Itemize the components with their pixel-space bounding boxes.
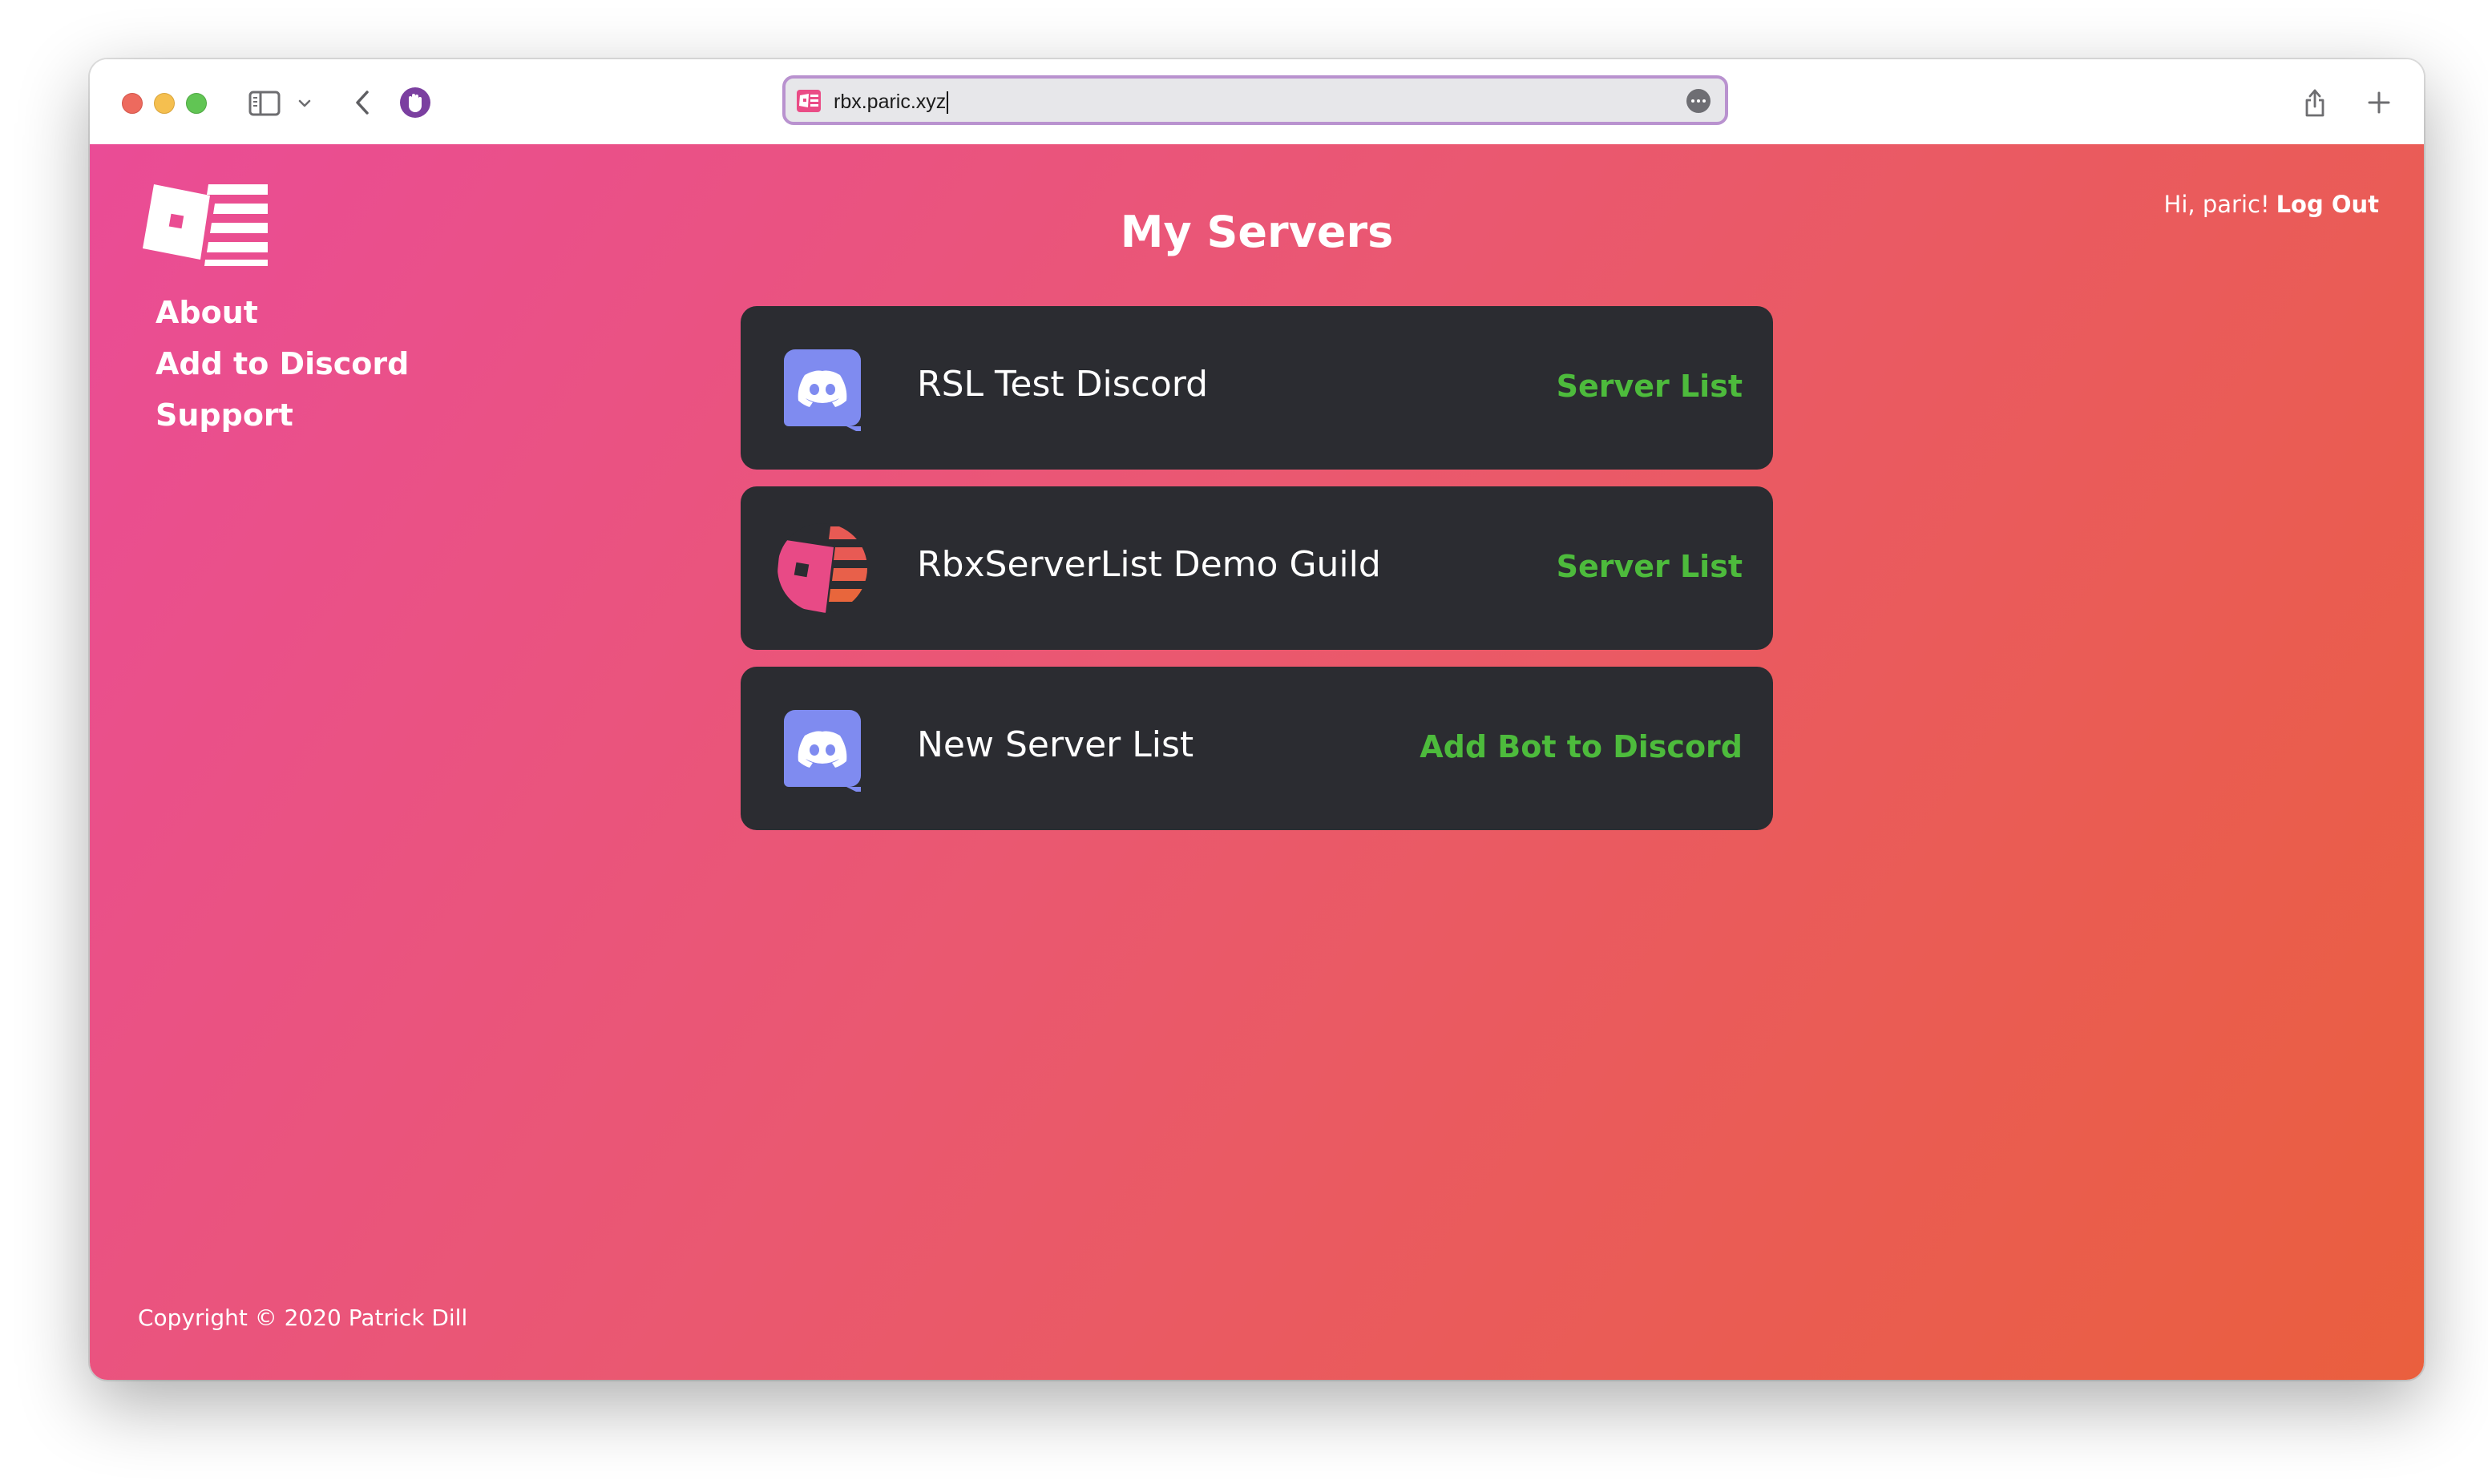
minimize-window-button[interactable] [154,93,175,114]
server-name: RSL Test Discord [917,364,1209,405]
server-list-link[interactable]: Server List [1557,306,1743,470]
main-nav: About Add to Discord Support [156,287,409,441]
rbxserverlist-logo-icon [778,523,867,613]
nav-link-support[interactable]: Support [156,389,409,441]
server-card: RbxServerList Demo Guild Server List [741,486,1773,650]
address-bar[interactable]: rbx.paric.xyz [782,75,1728,125]
chevron-left-icon[interactable] [346,87,378,119]
copyright-text: Copyright © 2020 Patrick Dill [138,1305,468,1331]
chevron-down-icon[interactable] [295,91,314,115]
server-list-link[interactable]: Server List [1557,486,1743,650]
server-name: New Server List [917,724,1194,765]
browser-window: rbx.paric.xyz About Add to Discord Suppo… [90,59,2424,1380]
add-bot-to-discord-link[interactable]: Add Bot to Discord [1420,667,1743,830]
sidebar-icon[interactable] [247,90,282,117]
desktop-background: rbx.paric.xyz About Add to Discord Suppo… [0,0,2488,1484]
close-window-button[interactable] [122,93,143,114]
server-card: RSL Test Discord Server List [741,306,1773,470]
page-title: My Servers [1120,207,1394,257]
site-favicon [797,90,821,112]
discord-icon [778,343,867,433]
ellipsis-icon[interactable] [1686,89,1710,113]
plus-icon[interactable] [2363,87,2395,119]
nav-link-add-to-discord[interactable]: Add to Discord [156,338,409,389]
server-card: New Server List Add Bot to Discord [741,667,1773,830]
browser-toolbar: rbx.paric.xyz [90,59,2424,146]
url-text[interactable]: rbx.paric.xyz [834,90,949,115]
page-content: About Add to Discord Support Hi, paric! L… [90,144,2424,1380]
discord-icon [778,704,867,793]
server-list: RSL Test Discord Server List RbxServerLi… [741,306,1773,847]
share-icon[interactable] [2299,83,2331,122]
hand-stop-icon[interactable] [398,85,433,120]
zoom-window-button[interactable] [186,93,207,114]
nav-link-about[interactable]: About [156,287,409,338]
server-name: RbxServerList Demo Guild [917,544,1381,585]
